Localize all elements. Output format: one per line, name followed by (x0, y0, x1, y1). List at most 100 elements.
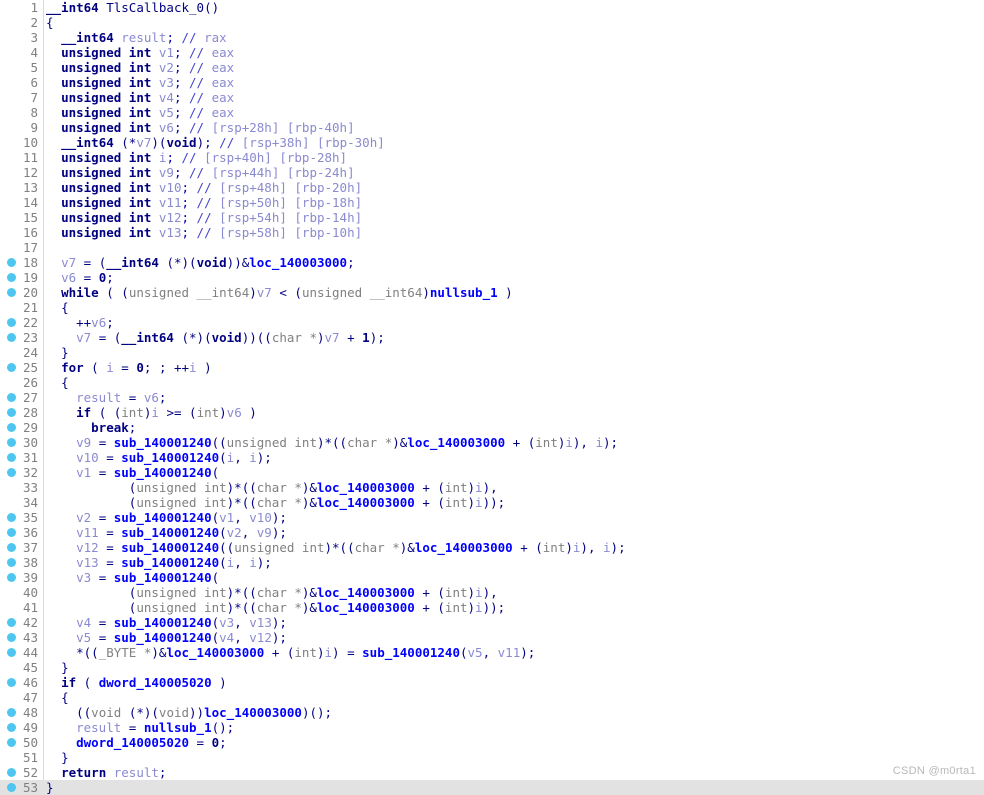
code-line-text[interactable]: unsigned int v6; // [rsp+28h] [rbp-40h] (46, 120, 355, 135)
code-line[interactable]: 9 unsigned int v6; // [rsp+28h] [rbp-40h… (0, 120, 984, 135)
code-line[interactable]: 52 return result; (0, 765, 984, 780)
code-line-text[interactable]: result = v6; (46, 390, 166, 405)
code-line-text[interactable]: unsigned int v13; // [rsp+58h] [rbp-10h] (46, 225, 362, 240)
code-line[interactable]: 32 v1 = sub_140001240( (0, 465, 984, 480)
code-line[interactable]: 33 (unsigned int)*((char *)&loc_14000300… (0, 480, 984, 495)
code-line-text[interactable]: } (46, 750, 69, 765)
code-line[interactable]: 5 unsigned int v2; // eax (0, 60, 984, 75)
code-line-text[interactable]: (unsigned int)*((char *)&loc_140003000 +… (46, 480, 498, 495)
code-line-text[interactable]: (unsigned int)*((char *)&loc_140003000 +… (46, 585, 498, 600)
code-line[interactable]: 6 unsigned int v3; // eax (0, 75, 984, 90)
code-line[interactable]: 34 (unsigned int)*((char *)&loc_14000300… (0, 495, 984, 510)
code-line-list[interactable]: 1 __int64 TlsCallback_0() 2{3 __int64 resu… (0, 0, 984, 795)
code-line[interactable]: 14 unsigned int v11; // [rsp+50h] [rbp-1… (0, 195, 984, 210)
code-line-text[interactable]: while ( (unsigned __int64)v7 < (unsigned… (46, 285, 513, 300)
code-line-text[interactable]: v10 = sub_140001240(i, i); (46, 450, 272, 465)
code-line[interactable]: 49 result = nullsub_1(); (0, 720, 984, 735)
code-line[interactable]: 31 v10 = sub_140001240(i, i); (0, 450, 984, 465)
code-line[interactable]: 12 unsigned int v9; // [rsp+44h] [rbp-24… (0, 165, 984, 180)
code-line-text[interactable]: (unsigned int)*((char *)&loc_140003000 +… (46, 600, 505, 615)
code-line-text[interactable]: v12 = sub_140001240((unsigned int)*((cha… (46, 540, 626, 555)
code-line[interactable]: 38 v13 = sub_140001240(i, i); (0, 555, 984, 570)
code-line-text[interactable]: __int64 (*v7)(void); // [rsp+38h] [rbp-3… (46, 135, 385, 150)
code-line-text[interactable]: { (46, 375, 69, 390)
code-line-text[interactable]: v13 = sub_140001240(i, i); (46, 555, 272, 570)
code-line[interactable]: 35 v2 = sub_140001240(v1, v10); (0, 510, 984, 525)
code-line[interactable]: 42 v4 = sub_140001240(v3, v13); (0, 615, 984, 630)
code-line[interactable]: 30 v9 = sub_140001240((unsigned int)*((c… (0, 435, 984, 450)
code-line[interactable]: 4 unsigned int v1; // eax (0, 45, 984, 60)
code-line-text[interactable]: result = nullsub_1(); (46, 720, 234, 735)
code-line-text[interactable]: unsigned int v12; // [rsp+54h] [rbp-14h] (46, 210, 362, 225)
code-line-text[interactable]: v2 = sub_140001240(v1, v10); (46, 510, 287, 525)
code-line-text[interactable]: unsigned int v10; // [rsp+48h] [rbp-20h] (46, 180, 362, 195)
code-line[interactable]: 43 v5 = sub_140001240(v4, v12); (0, 630, 984, 645)
code-line[interactable]: 36 v11 = sub_140001240(v2, v9); (0, 525, 984, 540)
code-line-text[interactable]: unsigned int v11; // [rsp+50h] [rbp-18h] (46, 195, 362, 210)
code-line-text[interactable]: v7 = (__int64 (*)(void))&loc_140003000; (46, 255, 355, 270)
code-line[interactable]: 26 { (0, 375, 984, 390)
code-line-text[interactable]: v6 = 0; (46, 270, 114, 285)
code-line[interactable]: 39 v3 = sub_140001240( (0, 570, 984, 585)
code-line-text[interactable]: __int64 TlsCallback_0() (46, 0, 219, 15)
code-line-text[interactable]: *((_BYTE *)&loc_140003000 + (int)i) = su… (46, 645, 535, 660)
code-line-text[interactable]: return result; (46, 765, 166, 780)
code-line[interactable]: 10 __int64 (*v7)(void); // [rsp+38h] [rb… (0, 135, 984, 150)
code-line[interactable]: 8 unsigned int v5; // eax (0, 105, 984, 120)
code-line-text[interactable]: __int64 result; // rax (46, 30, 227, 45)
code-line-text[interactable]: unsigned int v4; // eax (46, 90, 234, 105)
code-line-text[interactable]: v7 = (__int64 (*)(void))((char *)v7 + 1)… (46, 330, 385, 345)
code-line-text[interactable]: unsigned int v3; // eax (46, 75, 234, 90)
code-line[interactable]: 25 for ( i = 0; ; ++i ) (0, 360, 984, 375)
code-line-text[interactable]: v11 = sub_140001240(v2, v9); (46, 525, 287, 540)
code-line[interactable]: 2{ (0, 15, 984, 30)
code-line-text[interactable]: { (46, 300, 69, 315)
code-line-text[interactable]: if ( (int)i >= (int)v6 ) (46, 405, 257, 420)
code-line[interactable]: 24 } (0, 345, 984, 360)
code-line[interactable]: 11 unsigned int i; // [rsp+40h] [rbp-28h… (0, 150, 984, 165)
code-line[interactable]: 46 if ( dword_140005020 ) (0, 675, 984, 690)
code-line-text[interactable]: ++v6; (46, 315, 114, 330)
code-line[interactable]: 28 if ( (int)i >= (int)v6 ) (0, 405, 984, 420)
code-line-text[interactable]: { (46, 15, 54, 30)
code-line-text[interactable]: v3 = sub_140001240( (46, 570, 219, 585)
code-line[interactable]: 45 } (0, 660, 984, 675)
code-line-text[interactable]: unsigned int v1; // eax (46, 45, 234, 60)
code-line[interactable]: 16 unsigned int v13; // [rsp+58h] [rbp-1… (0, 225, 984, 240)
code-line[interactable]: 1 __int64 TlsCallback_0() (0, 0, 984, 15)
code-line[interactable]: 50 dword_140005020 = 0; (0, 735, 984, 750)
code-line[interactable]: 13 unsigned int v10; // [rsp+48h] [rbp-2… (0, 180, 984, 195)
code-line-text[interactable]: dword_140005020 = 0; (46, 735, 227, 750)
code-line-text[interactable]: unsigned int v2; // eax (46, 60, 234, 75)
code-line-text[interactable]: for ( i = 0; ; ++i ) (46, 360, 212, 375)
code-line-text[interactable]: (unsigned int)*((char *)&loc_140003000 +… (46, 495, 505, 510)
code-line[interactable]: 19 v6 = 0; (0, 270, 984, 285)
code-line[interactable]: 27 result = v6; (0, 390, 984, 405)
code-line[interactable]: 51 } (0, 750, 984, 765)
code-line[interactable]: 23 v7 = (__int64 (*)(void))((char *)v7 +… (0, 330, 984, 345)
code-line-text[interactable]: unsigned int v9; // [rsp+44h] [rbp-24h] (46, 165, 355, 180)
code-line-text[interactable]: v9 = sub_140001240((unsigned int)*((char… (46, 435, 618, 450)
code-line[interactable]: 17 (0, 240, 984, 255)
code-line[interactable]: 37 v12 = sub_140001240((unsigned int)*((… (0, 540, 984, 555)
code-line-text[interactable]: unsigned int v5; // eax (46, 105, 234, 120)
code-line-text[interactable]: v1 = sub_140001240( (46, 465, 219, 480)
code-line[interactable]: 29 break; (0, 420, 984, 435)
code-line[interactable]: 41 (unsigned int)*((char *)&loc_14000300… (0, 600, 984, 615)
code-line[interactable]: 22 ++v6; (0, 315, 984, 330)
code-line-text[interactable]: v4 = sub_140001240(v3, v13); (46, 615, 287, 630)
code-line[interactable]: 40 (unsigned int)*((char *)&loc_14000300… (0, 585, 984, 600)
code-line[interactable]: 18 v7 = (__int64 (*)(void))&loc_14000300… (0, 255, 984, 270)
code-line-text[interactable]: ((void (*)(void))loc_140003000)(); (46, 705, 332, 720)
code-line-text[interactable]: } (46, 660, 69, 675)
code-line[interactable]: 44 *((_BYTE *)&loc_140003000 + (int)i) =… (0, 645, 984, 660)
code-line-text[interactable]: break; (46, 420, 136, 435)
code-line[interactable]: 3 __int64 result; // rax (0, 30, 984, 45)
code-line-text[interactable]: unsigned int i; // [rsp+40h] [rbp-28h] (46, 150, 347, 165)
code-line-text[interactable]: { (46, 690, 69, 705)
code-line-text[interactable]: v5 = sub_140001240(v4, v12); (46, 630, 287, 645)
code-line[interactable]: 48 ((void (*)(void))loc_140003000)(); (0, 705, 984, 720)
code-line[interactable]: 15 unsigned int v12; // [rsp+54h] [rbp-1… (0, 210, 984, 225)
code-line[interactable]: 21 { (0, 300, 984, 315)
code-line[interactable]: 7 unsigned int v4; // eax (0, 90, 984, 105)
